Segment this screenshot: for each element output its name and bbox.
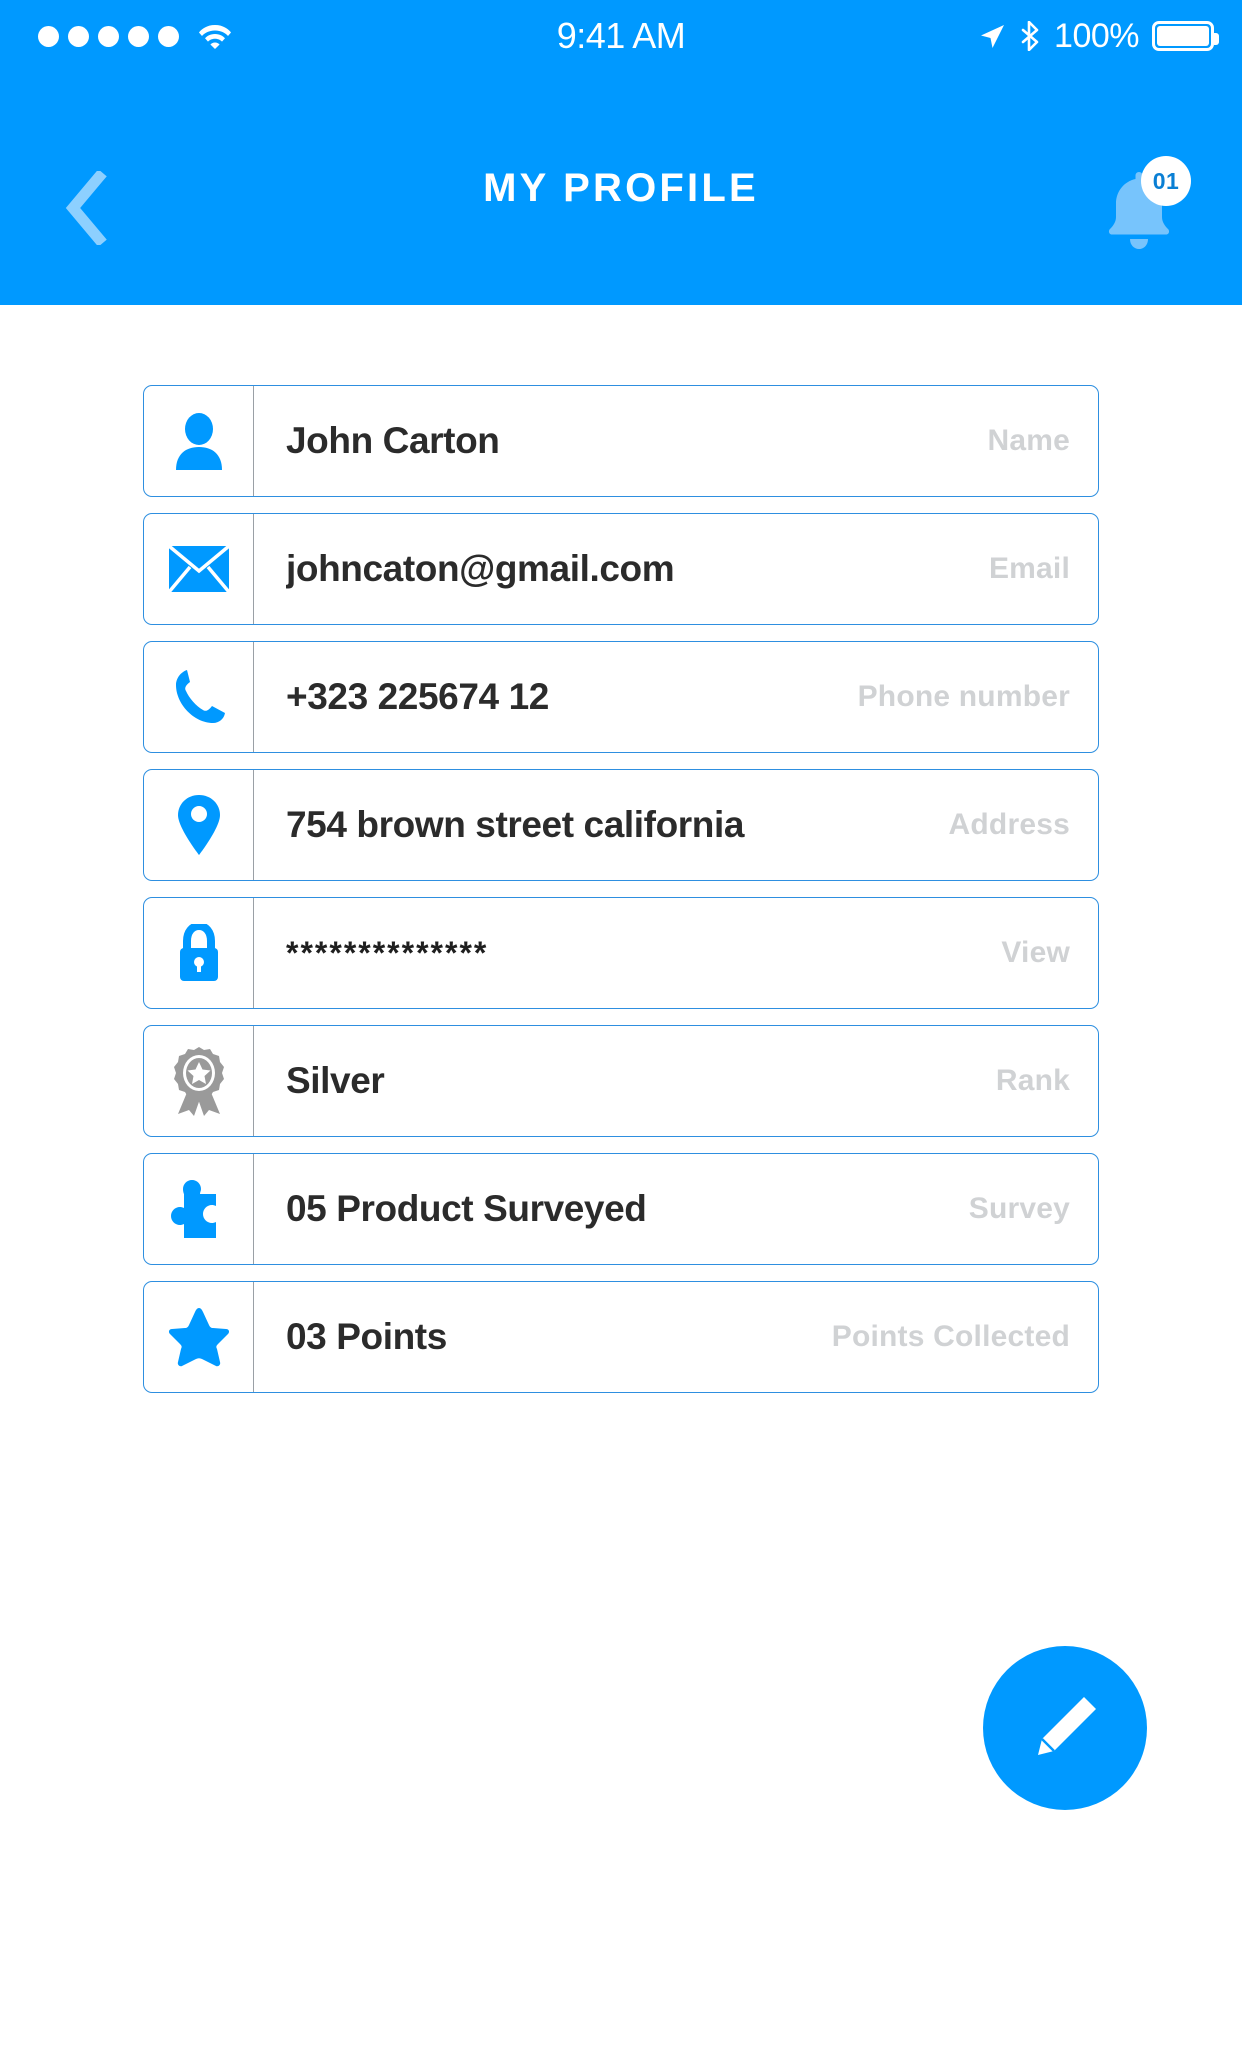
profile-row-survey[interactable]: 05 Product Surveyed Survey	[143, 1153, 1099, 1265]
profile-row-body: John Carton Name	[254, 386, 1098, 496]
status-bar-right: 100%	[978, 0, 1219, 72]
profile-row-body: 03 Points Points Collected	[254, 1282, 1098, 1392]
profile-row-phone[interactable]: +323 225674 12 Phone number	[143, 641, 1099, 753]
profile-label-phone: Phone number	[857, 680, 1070, 713]
lock-icon	[144, 898, 254, 1008]
profile-value-phone: +323 225674 12	[286, 676, 549, 717]
battery-percent-label: 100%	[1054, 16, 1139, 55]
profile-row-name[interactable]: John Carton Name	[143, 385, 1099, 497]
profile-row-address[interactable]: 754 brown street california Address	[143, 769, 1099, 881]
profile-row-points[interactable]: 03 Points Points Collected	[143, 1281, 1099, 1393]
notification-badge: 01	[1141, 156, 1191, 206]
profile-value-rank: Silver	[286, 1060, 385, 1101]
profile-row-body: ************** View	[254, 898, 1098, 1008]
profile-label-name: Name	[987, 424, 1070, 457]
person-icon	[144, 386, 254, 496]
notifications-button[interactable]: 01	[1091, 156, 1191, 256]
bluetooth-icon	[1019, 21, 1041, 51]
profile-value-address: 754 brown street california	[286, 804, 745, 845]
profile-field-list: John Carton Name johncaton@gmail.com Ema…	[143, 385, 1099, 1409]
status-bar: 9:41 AM 100%	[0, 0, 1242, 72]
profile-row-body: Silver Rank	[254, 1026, 1098, 1136]
star-icon	[144, 1282, 254, 1392]
edit-profile-fab[interactable]	[983, 1646, 1147, 1810]
profile-value-points: 03 Points	[286, 1316, 447, 1357]
profile-row-body: 754 brown street california Address	[254, 770, 1098, 880]
app-header: 9:41 AM 100% MY PROFILE 01	[0, 0, 1242, 305]
puzzle-piece-icon	[144, 1154, 254, 1264]
nav-bar: MY PROFILE 01	[0, 72, 1242, 305]
envelope-icon	[144, 514, 254, 624]
profile-label-email: Email	[988, 552, 1070, 585]
profile-row-body: johncaton@gmail.com Email	[254, 514, 1098, 624]
profile-row-body: 05 Product Surveyed Survey	[254, 1154, 1098, 1264]
profile-row-email[interactable]: johncaton@gmail.com Email	[143, 513, 1099, 625]
profile-label-rank: Rank	[995, 1064, 1070, 1097]
phone-icon	[144, 642, 254, 752]
map-pin-icon	[144, 770, 254, 880]
profile-label-points: Points Collected	[831, 1320, 1070, 1353]
profile-value-email: johncaton@gmail.com	[286, 548, 675, 589]
page-title: MY PROFILE	[483, 166, 759, 210]
profile-row-password[interactable]: ************** View	[143, 897, 1099, 1009]
location-arrow-icon	[978, 22, 1006, 50]
profile-row-body: +323 225674 12 Phone number	[254, 642, 1098, 752]
profile-label-password-view[interactable]: View	[1001, 936, 1070, 970]
medal-icon	[144, 1026, 254, 1136]
profile-row-rank[interactable]: Silver Rank	[143, 1025, 1099, 1137]
profile-label-survey: Survey	[968, 1192, 1070, 1225]
battery-full-icon	[1152, 21, 1219, 51]
profile-value-survey: 05 Product Surveyed	[286, 1188, 647, 1229]
profile-value-name: John Carton	[286, 420, 500, 461]
profile-label-address: Address	[948, 808, 1070, 841]
pencil-icon	[1038, 1697, 1096, 1755]
profile-value-password: **************	[286, 934, 489, 971]
